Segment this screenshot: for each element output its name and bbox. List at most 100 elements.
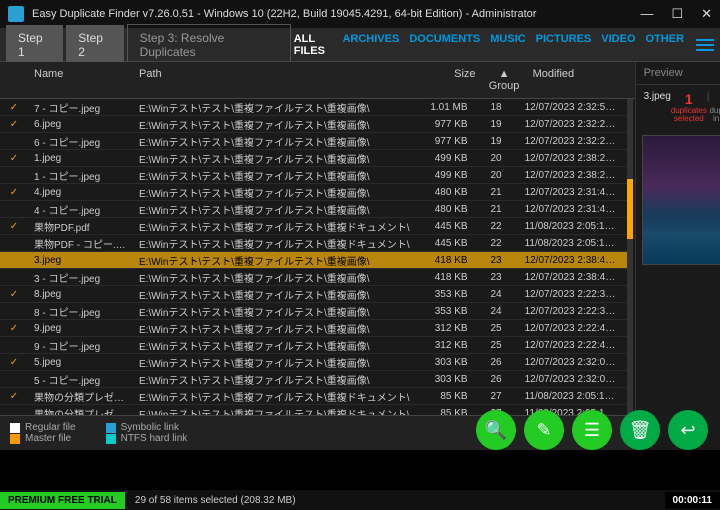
filter-music[interactable]: MUSIC <box>490 33 525 57</box>
row-group: 19 <box>474 118 519 131</box>
row-group: 21 <box>474 203 519 216</box>
row-modified: 12/07/2023 2:38:4… <box>519 254 627 267</box>
row-path: E:\Winテスト\テスト\重複ファイルテスト\重複ドキュメント\ <box>133 388 416 405</box>
filter-documents[interactable]: DOCUMENTS <box>409 33 480 57</box>
row-name: 果物PDF - コピー.pdf <box>28 235 133 252</box>
table-row[interactable]: ✓4.jpegE:\Winテスト\テスト\重複ファイルテスト\重複画像\480 … <box>0 184 627 201</box>
row-checkbox[interactable]: ✓ <box>0 288 28 301</box>
filter-other[interactable]: OTHER <box>646 33 685 57</box>
col-modified[interactable]: Modified <box>527 66 635 94</box>
row-size: 499 KB <box>416 169 474 182</box>
preview-thumbnail <box>642 135 720 265</box>
row-size: 445 KB <box>416 220 474 233</box>
close-button[interactable]: ✕ <box>701 6 712 22</box>
table-row[interactable]: ✓5.jpegE:\Winテスト\テスト\重複ファイルテスト\重複画像\303 … <box>0 354 627 371</box>
scrollbar-thumb[interactable] <box>627 179 633 239</box>
row-path: E:\Winテスト\テスト\重複ファイルテスト\重複画像\ <box>133 286 416 303</box>
row-checkbox[interactable] <box>0 276 28 278</box>
row-checkbox[interactable] <box>0 378 28 380</box>
row-path: E:\Winテスト\テスト\重複ファイルテスト\重複画像\ <box>133 371 416 388</box>
row-checkbox[interactable]: ✓ <box>0 186 28 199</box>
row-group: 23 <box>474 271 519 284</box>
filter-all[interactable]: ALL FILES <box>294 33 333 57</box>
row-path: E:\Winテスト\テスト\重複ファイルテスト\重複画像\ <box>133 320 416 337</box>
row-modified: 12/07/2023 2:38:2… <box>519 152 627 165</box>
step-3-tab[interactable]: Step 3: Resolve Duplicates <box>127 24 291 66</box>
table-row[interactable]: 9 - コピー.jpegE:\Winテスト\テスト\重複ファイルテスト\重複画像… <box>0 337 627 354</box>
row-checkbox[interactable]: ✓ <box>0 101 28 114</box>
row-name: 4.jpeg <box>28 186 133 199</box>
filter-video[interactable]: VIDEO <box>601 33 635 57</box>
row-group: 26 <box>474 356 519 369</box>
row-checkbox[interactable] <box>0 242 28 244</box>
table-row[interactable]: 3.jpegE:\Winテスト\テスト\重複ファイルテスト\重複画像\418 K… <box>0 252 627 269</box>
delete-button[interactable]: 🗑 <box>620 410 660 450</box>
edit-button[interactable]: ✎ <box>524 410 564 450</box>
table-row[interactable]: 3 - コピー.jpegE:\Winテスト\テスト\重複ファイルテスト\重複画像… <box>0 269 627 286</box>
row-modified: 12/07/2023 2:31:4… <box>519 203 627 216</box>
row-checkbox[interactable] <box>0 412 28 414</box>
row-checkbox[interactable]: ✓ <box>0 152 28 165</box>
row-modified: 12/07/2023 2:32:2… <box>519 118 627 131</box>
row-checkbox[interactable] <box>0 140 28 142</box>
trial-badge[interactable]: PREMIUM FREE TRIAL <box>0 492 125 509</box>
col-group[interactable]: ▲ Group <box>482 66 527 94</box>
row-path: E:\Winテスト\テスト\重複ファイルテスト\重複画像\ <box>133 150 416 167</box>
table-row[interactable]: ✓1.jpegE:\Winテスト\テスト\重複ファイルテスト\重複画像\499 … <box>0 150 627 167</box>
row-checkbox[interactable]: ✓ <box>0 118 28 131</box>
row-path: E:\Winテスト\テスト\重複ファイルテスト\重複画像\ <box>133 184 416 201</box>
table-rows: ✓7 - コピー.jpegE:\Winテスト\テスト\重複ファイルテスト\重複画… <box>0 99 627 415</box>
row-group: 20 <box>474 152 519 165</box>
table-row[interactable]: ✓果物PDF.pdfE:\Winテスト\テスト\重複ファイルテスト\重複ドキュメ… <box>0 218 627 235</box>
table-row[interactable]: ✓7 - コピー.jpegE:\Winテスト\テスト\重複ファイルテスト\重複画… <box>0 99 627 116</box>
file-type-filters: ALL FILES ARCHIVES DOCUMENTS MUSIC PICTU… <box>294 33 684 57</box>
table-row[interactable]: 6 - コピー.jpegE:\Winテスト\テスト\重複ファイルテスト\重複画像… <box>0 133 627 150</box>
step-1-tab[interactable]: Step 1 <box>6 25 63 65</box>
legend-regular-swatch <box>10 423 20 433</box>
row-checkbox[interactable] <box>0 208 28 210</box>
row-checkbox[interactable]: ✓ <box>0 390 28 403</box>
table-row[interactable]: ✓9.jpegE:\Winテスト\テスト\重複ファイルテスト\重複画像\312 … <box>0 320 627 337</box>
col-size[interactable]: Size <box>424 66 482 94</box>
maximize-button[interactable]: ☐ <box>671 6 683 22</box>
row-checkbox[interactable] <box>0 174 28 176</box>
menu-icon[interactable] <box>696 39 714 51</box>
row-size: 418 KB <box>416 254 474 267</box>
row-modified: 12/07/2023 2:38:2… <box>519 169 627 182</box>
row-checkbox[interactable]: ✓ <box>0 322 28 335</box>
list-button[interactable]: ☰ <box>572 410 612 450</box>
row-size: 1.01 MB <box>416 101 474 114</box>
results-table: Name Path Size ▲ Group Modified ✓7 - コピー… <box>0 62 636 450</box>
table-row[interactable]: 1 - コピー.jpegE:\Winテスト\テスト\重複ファイルテスト\重複画像… <box>0 167 627 184</box>
col-path[interactable]: Path <box>133 66 424 94</box>
row-checkbox[interactable]: ✓ <box>0 356 28 369</box>
table-row[interactable]: 8 - コピー.jpegE:\Winテスト\テスト\重複ファイルテスト\重複画像… <box>0 303 627 320</box>
row-size: 353 KB <box>416 288 474 301</box>
row-group: 24 <box>474 288 519 301</box>
table-row[interactable]: ✓8.jpegE:\Winテスト\テスト\重複ファイルテスト\重複画像\353 … <box>0 286 627 303</box>
row-checkbox[interactable]: ✓ <box>0 220 28 233</box>
filter-pictures[interactable]: PICTURES <box>536 33 592 57</box>
table-row[interactable]: 4 - コピー.jpegE:\Winテスト\テスト\重複ファイルテスト\重複画像… <box>0 201 627 218</box>
row-checkbox[interactable] <box>0 259 28 261</box>
filter-archives[interactable]: ARCHIVES <box>342 33 399 57</box>
table-row[interactable]: ✓6.jpegE:\Winテスト\テスト\重複ファイルテスト\重複画像\977 … <box>0 116 627 133</box>
row-name: 5.jpeg <box>28 356 133 369</box>
row-group: 25 <box>474 322 519 335</box>
col-name[interactable]: Name <box>28 66 133 94</box>
row-checkbox[interactable] <box>0 310 28 312</box>
table-row[interactable]: 果物PDF - コピー.pdfE:\Winテスト\テスト\重複ファイルテスト\重… <box>0 235 627 252</box>
table-row[interactable]: ✓果物の分類プレゼン.p…E:\Winテスト\テスト\重複ファイルテスト\重複ド… <box>0 388 627 405</box>
undo-button[interactable]: ↩ <box>668 410 708 450</box>
row-path: E:\Winテスト\テスト\重複ファイルテスト\重複ドキュメント\ <box>133 218 416 235</box>
row-checkbox[interactable] <box>0 344 28 346</box>
table-row[interactable]: 5 - コピー.jpegE:\Winテスト\テスト\重複ファイルテスト\重複画像… <box>0 371 627 388</box>
step-2-tab[interactable]: Step 2 <box>66 25 123 65</box>
scrollbar[interactable] <box>627 99 633 415</box>
row-name: 果物PDF.pdf <box>28 218 133 235</box>
minimize-button[interactable]: — <box>640 6 653 22</box>
search-button[interactable]: 🔍 <box>476 410 516 450</box>
row-size: 499 KB <box>416 152 474 165</box>
row-name: 1 - コピー.jpeg <box>28 167 133 184</box>
toolbar: Step 1 Step 2 Step 3: Resolve Duplicates… <box>0 28 720 62</box>
